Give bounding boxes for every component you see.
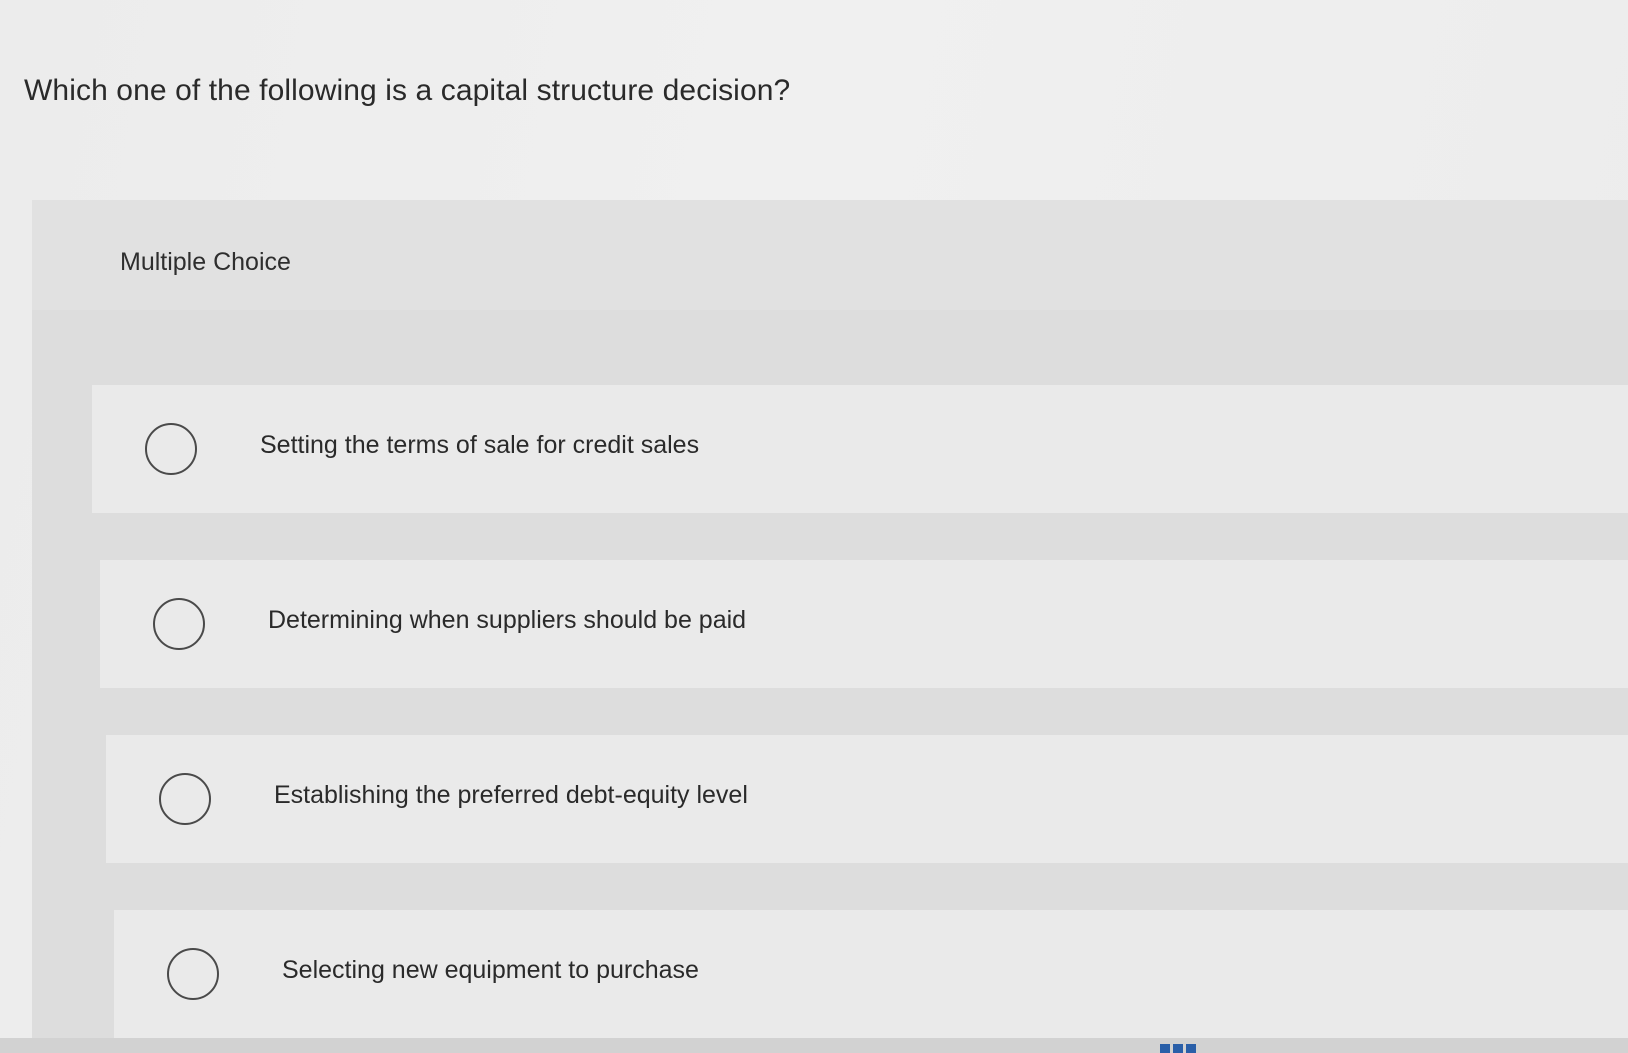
answer-option-label: Selecting new equipment to purchase (282, 956, 699, 984)
question-text: Which one of the following is a capital … (24, 74, 791, 107)
radio-button-icon[interactable] (159, 773, 211, 825)
multiple-choice-header: Multiple Choice (32, 200, 1628, 310)
radio-button-icon[interactable] (145, 423, 197, 475)
bottom-toolbar-edge (0, 1038, 1628, 1053)
answer-option-2[interactable]: Determining when suppliers should be pai… (100, 560, 1628, 688)
answer-option-3[interactable]: Establishing the preferred debt-equity l… (106, 735, 1628, 863)
multiple-choice-label: Multiple Choice (120, 248, 291, 276)
answer-option-label: Setting the terms of sale for credit sal… (260, 431, 700, 459)
radio-button-icon[interactable] (167, 948, 219, 1000)
grid-icon[interactable] (1160, 1044, 1198, 1053)
answer-option-label: Establishing the preferred debt-equity l… (274, 781, 748, 809)
radio-button-icon[interactable] (153, 598, 205, 650)
answer-option-1[interactable]: Setting the terms of sale for credit sal… (92, 385, 1628, 513)
answer-option-label: Determining when suppliers should be pai… (268, 606, 747, 634)
answer-option-4[interactable]: Selecting new equipment to purchase (114, 910, 1628, 1038)
